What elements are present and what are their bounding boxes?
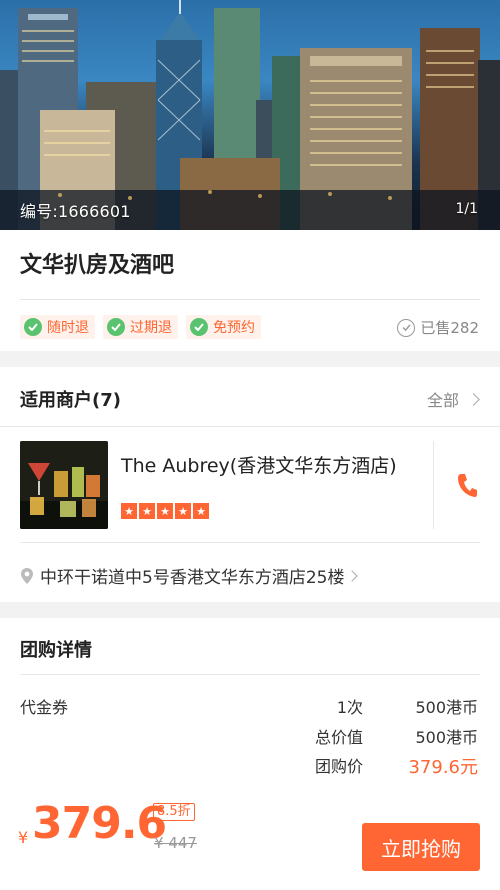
check-outline-icon	[397, 318, 416, 337]
vertical-divider	[433, 441, 434, 529]
all-merchants-label: 全部	[426, 391, 459, 410]
tag-label: 随时退	[47, 320, 89, 336]
star-icon: ★	[175, 503, 191, 519]
cocktails-image	[20, 441, 108, 529]
skyline-illustration	[0, 0, 500, 230]
row-label: 总价值	[314, 728, 363, 747]
merchant-thumbnail[interactable]	[20, 441, 108, 529]
detail-row: 1次 500港币	[293, 694, 478, 718]
guarantee-tags: 随时退 过期退 免预约	[20, 315, 261, 339]
merchant-rating: ★ ★ ★ ★ ★	[121, 503, 209, 519]
discount-badge: 8.5折	[153, 803, 195, 821]
tag-label: 免预约	[213, 320, 255, 336]
deal-summary: 文华扒房及酒吧 随时退 过期退 免预约 已售282	[0, 230, 500, 351]
details-title: 团购详情	[20, 640, 92, 661]
check-circle-icon	[24, 318, 42, 336]
merchant-address[interactable]: 中环干诺道中5号香港文华东方酒店25楼	[20, 563, 359, 588]
phone-call-button[interactable]	[456, 472, 478, 502]
detail-row: 团购价 379.6元	[293, 753, 478, 779]
original-price: ¥ 447	[154, 834, 197, 852]
row-value: 379.6元	[408, 757, 478, 778]
phone-icon	[458, 474, 477, 497]
divider	[0, 426, 500, 427]
buy-now-button[interactable]: 立即抢购	[362, 823, 480, 871]
star-icon: ★	[157, 503, 173, 519]
voucher-label: 代金券	[20, 698, 69, 717]
row-label: 1次	[336, 698, 363, 717]
star-icon: ★	[193, 503, 209, 519]
merchant-name[interactable]: The Aubrey(香港文华东方酒店)	[121, 451, 397, 478]
check-circle-icon	[107, 318, 125, 336]
address-text: 中环干诺道中5号香港文华东方酒店25楼	[40, 568, 345, 588]
tag-label: 过期退	[130, 320, 172, 336]
row-value: 500港币	[415, 698, 478, 717]
tag-no-reservation: 免预约	[186, 315, 261, 339]
chevron-right-icon	[467, 392, 480, 406]
deal-details-section: 团购详情 代金券 1次 500港币 总价值 500港币 团购价 379.6元	[0, 618, 500, 808]
all-merchants-link[interactable]: 全部	[426, 387, 480, 411]
image-counter: 1/1	[455, 201, 478, 217]
divider	[20, 542, 480, 543]
merchants-section: 适用商户(7) 全部 The Aubrey(香港文华东方酒店) ★ ★ ★ ★ …	[0, 367, 500, 602]
tag-refund-anytime: 随时退	[20, 315, 95, 339]
sold-count: 已售282	[397, 317, 479, 338]
star-icon: ★	[139, 503, 155, 519]
deal-title: 文华扒房及酒吧	[20, 253, 175, 278]
divider	[20, 299, 480, 300]
currency-symbol: ¥	[18, 828, 29, 847]
sold-label: 已售282	[420, 319, 479, 337]
deal-price: 379.6	[32, 798, 167, 849]
purchase-bar: ¥ 379.6 8.5折 ¥ 447 立即抢购	[0, 788, 500, 890]
row-value: 500港币	[415, 728, 478, 747]
row-label: 团购价	[314, 757, 363, 776]
location-pin-icon	[21, 567, 33, 584]
hero-image[interactable]: 编号:1666601 1/1	[0, 0, 500, 230]
star-icon: ★	[121, 503, 137, 519]
merchants-title: 适用商户(7)	[20, 390, 121, 411]
deal-code: 编号:1666601	[20, 202, 131, 221]
divider	[20, 674, 480, 675]
detail-row: 总价值 500港币	[293, 724, 478, 748]
tag-refund-expired: 过期退	[103, 315, 178, 339]
check-circle-icon	[190, 318, 208, 336]
chevron-right-icon	[346, 569, 359, 582]
